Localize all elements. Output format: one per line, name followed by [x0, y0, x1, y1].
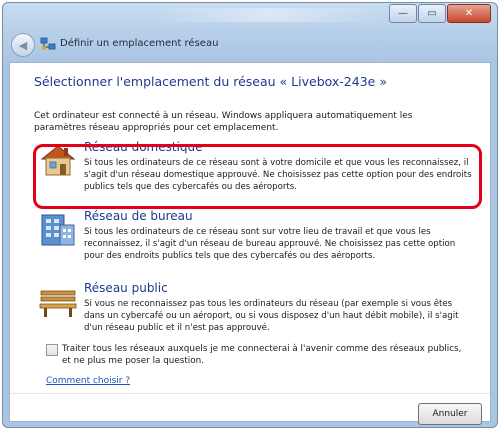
option-description: Si vous ne reconnaissez pas tous les ord… [84, 299, 459, 333]
page-title: Sélectionner l'emplacement du réseau « L… [34, 74, 387, 89]
help-link[interactable]: Comment choisir ? [46, 376, 130, 386]
checkbox-label: Traiter tous les réseaux auxquels je me … [62, 344, 462, 366]
window-controls: — ▭ ✕ [389, 4, 491, 23]
network-icon [40, 37, 56, 50]
option-title: Réseau de bureau [84, 209, 193, 223]
footer-divider [10, 393, 490, 394]
option-title: Réseau public [84, 281, 168, 295]
title-bar: — ▭ ✕ [3, 3, 497, 27]
option-office-network[interactable]: Réseau de bureau Si tous les ordinateurs… [38, 209, 478, 269]
nav-title: Définir un emplacement réseau [60, 38, 219, 49]
treat-as-public-checkbox[interactable] [46, 344, 58, 356]
option-description: Si tous les ordinateurs de ce réseau son… [84, 227, 456, 261]
cancel-button[interactable]: Annuler [418, 403, 482, 425]
office-building-icon [41, 214, 75, 246]
park-bench-icon [39, 290, 77, 317]
intro-text: Cet ordinateur est connecté à un réseau.… [34, 111, 413, 133]
dialog-window: — ▭ ✕ ◀ Définir un emplacement réseau Sé… [2, 2, 498, 428]
minimize-button[interactable]: — [389, 4, 417, 23]
close-button[interactable]: ✕ [447, 4, 491, 23]
back-button[interactable]: ◀ [11, 33, 35, 57]
highlight-annotation [33, 144, 482, 209]
dialog-content: Sélectionner l'emplacement du réseau « L… [9, 62, 491, 425]
back-arrow-icon: ◀ [18, 38, 28, 52]
option-public-network[interactable]: Réseau public Si vous ne reconnaissez pa… [38, 281, 478, 341]
navigation-bar: ◀ Définir un emplacement réseau [3, 29, 497, 59]
title-bar-blurred-text [153, 8, 383, 22]
maximize-button[interactable]: ▭ [418, 4, 446, 23]
